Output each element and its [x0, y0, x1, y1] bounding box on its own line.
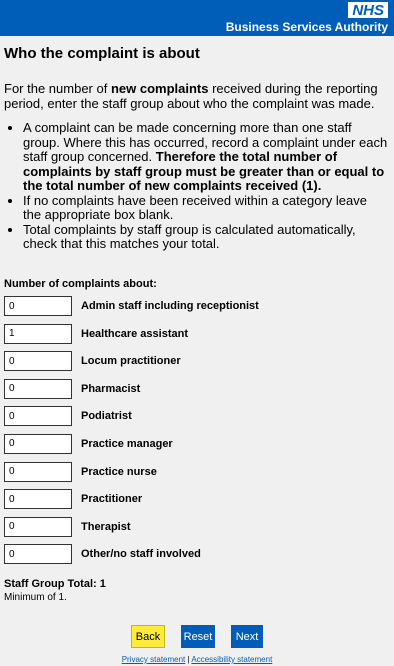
site-header: NHS Business Services Authority — [0, 0, 394, 36]
staff-group-label: Therapist — [81, 520, 131, 533]
guidance-item: Total complaints by staff group is calcu… — [23, 221, 388, 252]
staff-group-row: Other/no staff involved — [4, 544, 384, 572]
minimum-note: Minimum of 1. — [4, 592, 67, 603]
page-title: Who the complaint is about — [4, 45, 200, 62]
guidance-text: If no complaints have been received with… — [23, 192, 367, 222]
staff-group-label: Healthcare assistant — [81, 327, 188, 340]
guidance-item: A complaint can be made concerning more … — [23, 120, 388, 194]
pharmacist-input[interactable] — [4, 378, 72, 399]
guidance-item: If no complaints have been received with… — [23, 192, 388, 223]
privacy-statement-link[interactable]: Privacy statement — [122, 655, 186, 664]
other-no-staff-input[interactable] — [4, 544, 72, 565]
practice-manager-input[interactable] — [4, 433, 72, 454]
intro-before: For the number of — [4, 81, 111, 96]
staff-group-row: Pharmacist — [4, 378, 384, 407]
staff-group-label: Locum practitioner — [81, 355, 181, 368]
therapist-input[interactable] — [4, 516, 72, 537]
healthcare-assistant-input[interactable] — [4, 323, 72, 344]
next-button[interactable]: Next — [231, 625, 263, 648]
section-label: Number of complaints about: — [4, 278, 157, 290]
back-button[interactable]: Back — [131, 625, 165, 648]
staff-group-row: Healthcare assistant — [4, 323, 384, 352]
accessibility-statement-link[interactable]: Accessibility statement — [191, 655, 272, 664]
intro-bold: new complaints — [110, 81, 209, 96]
staff-group-label: Practitioner — [81, 493, 143, 506]
staff-group-label: Practice manager — [81, 437, 173, 450]
staff-group-row: Podiatrist — [4, 406, 384, 434]
staff-group-label: Pharmacist — [81, 382, 141, 395]
reset-button[interactable]: Reset — [181, 625, 215, 648]
staff-group-row: Practice manager — [4, 433, 384, 462]
org-name: Business Services Authority — [225, 20, 388, 34]
staff-group-row: Practitioner — [4, 489, 384, 517]
podiatrist-input[interactable] — [4, 406, 72, 427]
staff-group-row: Locum practitioner — [4, 351, 384, 379]
staff-group-label: Practice nurse — [81, 465, 157, 478]
admin-staff-input[interactable] — [4, 296, 72, 316]
practice-nurse-input[interactable] — [4, 461, 72, 482]
staff-group-list: Admin staff including receptionist Healt… — [4, 296, 384, 572]
staff-group-label: Other/no staff involved — [81, 548, 201, 561]
staff-group-label: Admin staff including receptionist — [81, 300, 259, 312]
guidance-text: Total complaints by staff group is calcu… — [23, 221, 356, 251]
nhs-logo: NHS — [348, 2, 388, 18]
staff-group-label: Podiatrist — [81, 410, 132, 423]
staff-group-total: Staff Group Total: 1 — [4, 578, 106, 590]
staff-group-row: Therapist — [4, 516, 384, 545]
guidance-list: A complaint can be made concerning more … — [4, 120, 388, 252]
locum-practitioner-input[interactable] — [4, 351, 72, 372]
practitioner-input[interactable] — [4, 489, 72, 510]
intro-text: For the number of new complaints receive… — [4, 81, 390, 111]
footer-links: Privacy statement | Accessibility statem… — [0, 655, 394, 664]
staff-group-row: Admin staff including receptionist — [4, 296, 384, 324]
staff-group-row: Practice nurse — [4, 461, 384, 490]
